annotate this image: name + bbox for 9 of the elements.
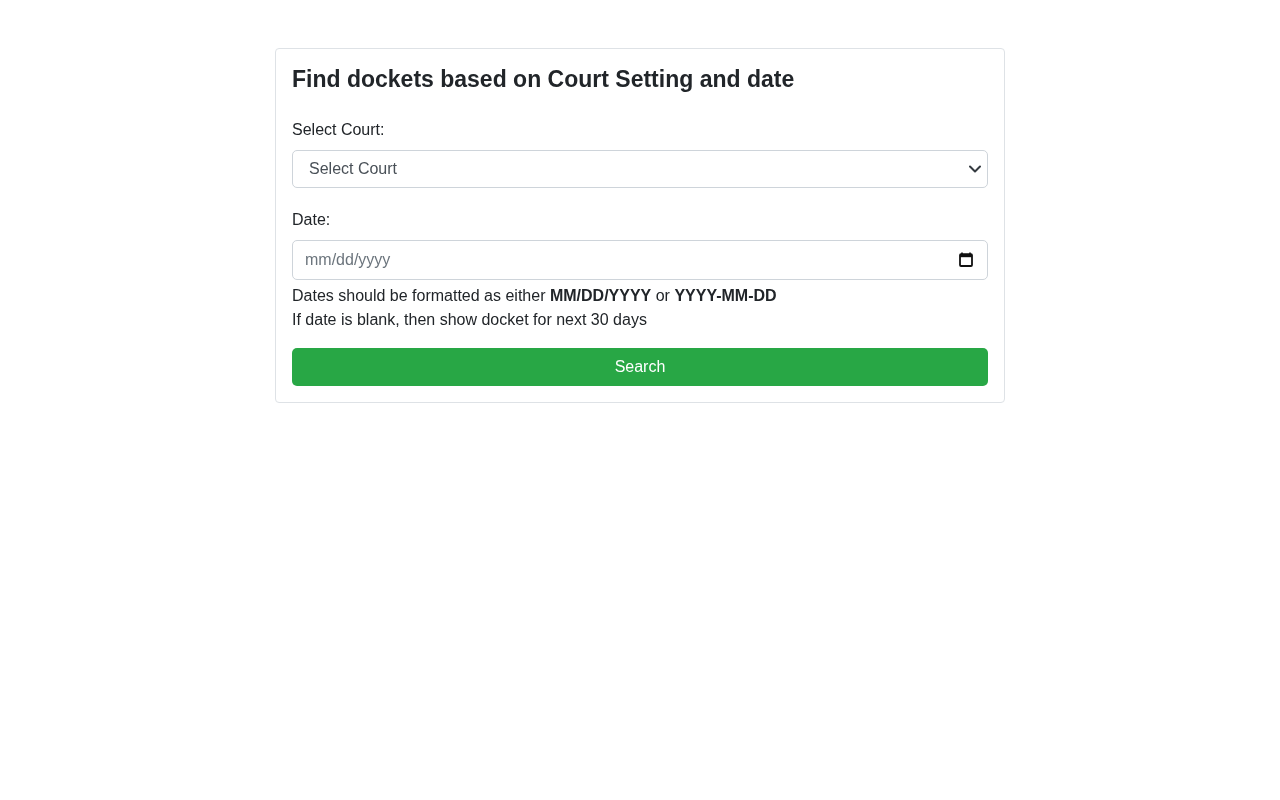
calendar-icon[interactable] — [959, 252, 973, 267]
hint-text: If date is blank, then show docket for next 30 days — [292, 310, 647, 330]
card-title: Find dockets based on Court Setting and date — [292, 65, 795, 94]
hint-text: Dates should be formatted as either MM/DD/YYYY or YYYY-MM-DD — [292, 286, 777, 306]
court-select[interactable]: Select Court — [292, 150, 988, 188]
field-label: Select Court: — [292, 120, 385, 140]
chevron-down-icon — [969, 165, 981, 173]
date-input[interactable]: mm/dd/yyyy — [292, 240, 988, 280]
field-label: Date: — [292, 210, 331, 230]
